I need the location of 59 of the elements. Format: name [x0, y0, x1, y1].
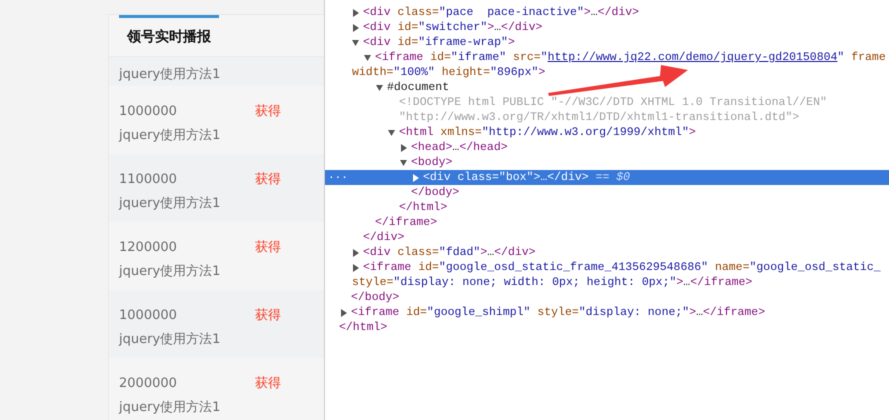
dom-row[interactable]: <div id="iframe-wrap"> [325, 35, 889, 50]
code-line: <div class="pace pace-inactive">…</div> [363, 5, 640, 20]
status-text: 获得 [255, 103, 281, 120]
title-text: jquery使用方法1 [119, 195, 220, 212]
code-line: <div class="fdad">…</div> [363, 245, 536, 260]
code-line: "http://www.w3.org/TR/xhtml1/DTD/xhtml1-transitional.dtd"> [399, 110, 800, 125]
code-line: <div id="iframe-wrap"> [363, 35, 515, 50]
code-line: <html xmlns="http://www.w3.org/1999/xhtml"> [399, 125, 696, 140]
code-line: <head>…</head> [411, 140, 508, 155]
status-text: 获得 [255, 239, 281, 256]
title-text: jquery使用方法1 [119, 331, 220, 348]
dom-row[interactable]: <head>…</head> [325, 140, 889, 155]
expand-triangle-icon[interactable] [412, 174, 419, 182]
dom-row[interactable]: <html xmlns="http://www.w3.org/1999/xhtml"> [325, 125, 889, 140]
status-text: 获得 [255, 171, 281, 188]
code-line: width="100%" height="896px"> [352, 65, 546, 80]
amount-text: 2000000 [119, 376, 178, 390]
code-line: </html> [399, 200, 448, 215]
expand-triangle-icon[interactable] [400, 144, 407, 152]
dom-row[interactable]: #document [325, 80, 889, 95]
expand-triangle-icon[interactable] [352, 264, 359, 272]
collapse-triangle-icon[interactable] [376, 84, 383, 92]
expand-triangle-icon[interactable] [352, 8, 359, 16]
code-line: <div class="box">…</div> == $0 [423, 170, 630, 185]
amount-text: 1200000 [119, 240, 178, 254]
dom-row[interactable]: <div class="fdad">…</div> [325, 245, 889, 260]
code-line: <!DOCTYPE html PUBLIC "-//W3C//DTD XHTML 1.0 Transitional//EN" [399, 95, 827, 110]
collapse-triangle-icon[interactable] [388, 128, 395, 136]
more-marker[interactable]: ... [328, 170, 348, 183]
collapse-triangle-icon[interactable] [352, 38, 359, 46]
expand-triangle-icon[interactable] [352, 248, 359, 256]
expand-triangle-icon[interactable] [340, 308, 347, 316]
dom-row[interactable]: ... <div class="box">…</div> == $0 [325, 170, 889, 185]
code-line: </body> [411, 185, 460, 200]
dom-row[interactable]: <body> [325, 155, 889, 170]
title-text: jquery使用方法1 [119, 127, 220, 144]
amount-text: 1000000 [119, 104, 178, 118]
code-line: style="display: none; width: 0px; height: 0px;">…</iframe> [352, 275, 752, 290]
code-line: <iframe id="google_shimpl" style="display: none;">…</iframe> [351, 305, 766, 320]
dom-row[interactable]: <div id="switcher">…</div> [325, 20, 889, 35]
title-text: jquery使用方法1 [119, 66, 220, 83]
title-text: jquery使用方法1 [119, 399, 220, 416]
amount-text: 1000000 [119, 308, 178, 322]
dom-row[interactable]: <div class="pace pace-inactive">…</div> [325, 5, 889, 20]
collapse-triangle-icon[interactable] [400, 158, 407, 166]
code-line: </body> [351, 290, 400, 305]
code-line: <div id="switcher">…</div> [363, 20, 542, 35]
code-line: <body> [411, 155, 452, 170]
code-line: </div> [363, 230, 404, 245]
title-text: jquery使用方法1 [119, 263, 220, 280]
status-text: 获得 [255, 375, 281, 392]
status-text: 获得 [255, 307, 281, 324]
amount-text: 1100000 [119, 172, 178, 186]
collapse-triangle-icon[interactable] [364, 54, 371, 62]
expand-triangle-icon[interactable] [352, 24, 359, 32]
code-line: </iframe> [375, 215, 438, 230]
code-line: #document [387, 80, 450, 95]
dom-row[interactable]: <iframe id="google_shimpl" style="display: none;">…</iframe> [325, 305, 889, 320]
code-line: </html> [339, 320, 388, 335]
